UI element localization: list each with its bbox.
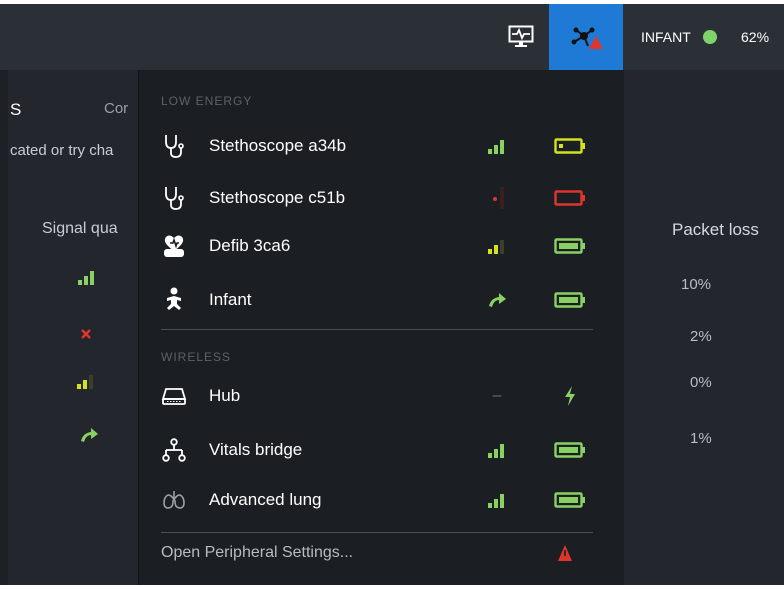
battery-low-icon	[553, 133, 587, 159]
signal-good-icon	[482, 487, 512, 513]
device-row-stethoscope-a34b[interactable]: Stethoscope a34b	[139, 122, 625, 170]
battery-full-icon	[553, 487, 587, 513]
top-bar: INFANT 62%	[0, 4, 784, 70]
device-row-hub[interactable]: Hub –	[139, 372, 625, 420]
battery-percent: 62%	[741, 29, 770, 45]
device-name: Stethoscope a34b	[209, 136, 347, 155]
peripherals-button[interactable]	[549, 4, 623, 70]
signal-none-icon	[482, 185, 512, 211]
monitor-button[interactable]	[497, 4, 545, 70]
section-label-low-energy: LOW ENERGY	[161, 94, 253, 108]
status-dot-icon	[702, 30, 717, 44]
signal-fair-icon	[77, 375, 93, 389]
device-row-defib-3ca6[interactable]: Defib 3ca6	[139, 222, 625, 270]
network-tree-icon	[161, 437, 187, 463]
defibrillator-icon	[161, 233, 187, 259]
signal-good-icon	[482, 437, 512, 463]
network-alert-icon	[571, 27, 603, 49]
background-title: S	[10, 100, 22, 119]
signal-none-icon	[81, 329, 91, 339]
device-name: Defib 3ca6	[209, 236, 291, 255]
packet-loss-value: 2%	[690, 328, 712, 345]
signal-good-icon	[482, 133, 512, 159]
stethoscope-icon	[161, 185, 187, 211]
packet-loss-header: Packet loss	[672, 220, 759, 239]
device-name: Stethoscope c51b	[209, 188, 346, 207]
device-name: Infant	[209, 290, 252, 309]
patient-type-label: INFANT	[641, 29, 691, 45]
device-row-stethoscope-c51b[interactable]: Stethoscope c51b	[139, 174, 625, 222]
device-row-advanced-lung[interactable]: Advanced lung	[139, 476, 625, 524]
wired-connection-icon	[81, 428, 98, 442]
app-window: INFANT 62% S Cor cated or try cha Signal…	[0, 4, 784, 585]
battery-full-icon	[553, 233, 587, 259]
background-column-header: Cor	[104, 100, 129, 117]
device-row-vitals-bridge[interactable]: Vitals bridge	[139, 426, 625, 474]
packet-loss-value: 10%	[681, 276, 712, 293]
infant-icon	[161, 287, 187, 313]
open-peripheral-settings-link[interactable]: Open Peripheral Settings...	[161, 544, 353, 562]
peripherals-dropdown: LOW ENERGY Stethoscope a34b Stethoscope …	[138, 70, 624, 585]
section-divider	[161, 329, 593, 330]
device-name: Advanced lung	[209, 490, 322, 509]
packet-loss-value: 1%	[690, 430, 712, 447]
signal-fair-icon	[482, 233, 512, 259]
wired-connection-icon	[482, 287, 512, 313]
alert-triangle-icon	[557, 544, 573, 567]
device-name: Hub	[209, 386, 241, 405]
hub-icon	[161, 383, 187, 409]
device-row-infant[interactable]: Infant	[139, 276, 625, 324]
battery-full-icon	[553, 287, 587, 313]
footer-divider	[161, 532, 593, 533]
packet-loss-value: 0%	[690, 374, 712, 391]
signal-good-icon	[78, 271, 94, 285]
lungs-icon	[161, 487, 187, 513]
patient-type-indicator[interactable]: INFANT	[641, 4, 717, 70]
battery-empty-icon	[553, 185, 587, 211]
charging-bolt-icon	[553, 383, 587, 409]
monitor-waveform-icon	[508, 25, 534, 47]
stethoscope-icon	[161, 133, 187, 159]
signal-unavailable-dash: –	[492, 387, 502, 404]
device-name: Vitals bridge	[209, 440, 303, 459]
signal-quality-header: Signal qua	[42, 220, 118, 237]
background-hint-text: cated or try cha	[10, 142, 114, 159]
section-label-wireless: WIRELESS	[161, 350, 232, 364]
battery-full-icon	[553, 437, 587, 463]
